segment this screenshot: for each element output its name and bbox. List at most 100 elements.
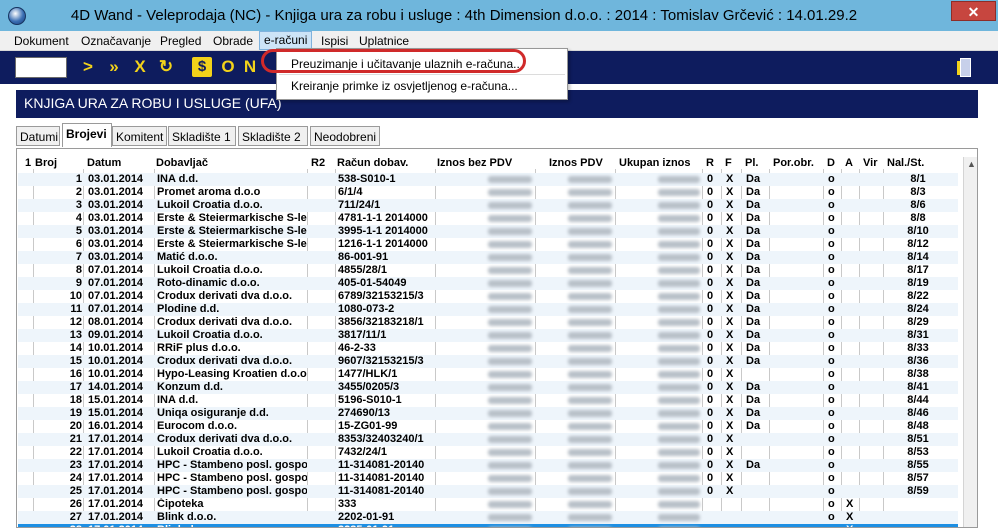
tab-datumi[interactable]: Datumi [16,126,60,146]
col-header-por-obr[interactable]: Por.obr. [773,157,814,171]
tab-brojevi[interactable]: Brojevi [62,123,112,147]
cell-dobavljac: Promet aroma d.o.o [157,186,261,198]
tab-komitent[interactable]: Komitent [112,126,167,146]
table-row[interactable]: 23 17.01.2014 HPC - Stambeno posl. gospo 11… [18,459,958,472]
table-row[interactable]: 10 07.01.2014 Crodux derivati dva d.o.o. 67… [18,290,958,303]
col-header-d[interactable]: D [827,157,835,171]
cell-datum: 16.01.2014 [88,420,144,432]
menu-uplatnice[interactable]: Uplatnice [355,33,413,49]
table-row[interactable]: 15 10.01.2014 Crodux derivati dva d.o.o. 96… [18,355,958,368]
scroll-up-icon[interactable]: ▲ [964,157,977,171]
o-icon[interactable]: O [218,57,238,77]
cell-f: X [726,329,734,341]
col-header-datum[interactable]: Datum [87,157,121,171]
table-row[interactable]: 5 03.01.2014 Erste & Steiermarkische S-le 3… [18,225,958,238]
col-header-a[interactable]: A [845,157,853,171]
table-row[interactable]: 9 07.01.2014 Roto-dinamic d.o.o. 405-01-540… [18,277,958,290]
table-row[interactable]: 21 17.01.2014 Crodux derivati dva d.o.o. 83… [18,433,958,446]
table-row[interactable]: 17 14.01.2014 Konzum d.d. 3455/0205/3 0 X Da o 8… [18,381,958,394]
exit-door-icon[interactable] [957,57,973,77]
col-header-broj[interactable]: Broj [35,157,57,171]
cell-datum: 07.01.2014 [88,264,144,276]
table-row[interactable]: 3 03.01.2014 Lukoil Croatia d.o.o. 711/24/1… [18,199,958,212]
cell-r: 0 [707,212,714,224]
table-row[interactable]: 22 17.01.2014 Lukoil Croatia d.o.o. 7432/24… [18,446,958,459]
cell-broj: 24 [69,472,82,484]
cell-datum: 07.01.2014 [88,290,144,302]
refresh-icon[interactable]: ↻ [156,57,176,77]
redacted-amount [658,488,700,495]
col-header-nal-st[interactable]: Nal./St. [887,157,924,171]
cell-r: 0 [707,290,714,302]
tab-skladiste-1[interactable]: Skladište 1 [168,126,236,146]
menu-dokument[interactable]: Dokument [10,33,73,49]
table-row[interactable]: 13 09.01.2014 Lukoil Croatia d.o.o. 3817/11… [18,329,958,342]
col-header-racun-dobav[interactable]: Račun dobav. [337,157,408,171]
menu-obrade[interactable]: Obrade [209,33,257,49]
menu-ispisi[interactable]: Ispisi [317,33,352,49]
cell-pl: Da [746,355,761,367]
table-row[interactable]: 11 07.01.2014 Plodine d.d. 1080-073-2 0 X Da o 8… [18,303,958,316]
menu-item-kreiranje-primke[interactable]: Kreiranje primke iz osvjetljenog e-račun… [291,76,518,96]
table-row[interactable]: 14 10.01.2014 RRiF plus d.o.o. 46-2-33 0 X Da o… [18,342,958,355]
cell-d: o [828,264,835,276]
n-icon[interactable]: N [240,57,260,77]
vertical-scrollbar[interactable]: ▲ [963,157,977,527]
table-row[interactable]: 12 08.01.2014 Crodux derivati dva d.o.o. 38… [18,316,958,329]
table-row[interactable]: 28 17.01.2014Blink d.o.o. 2235-01-91 o X [18,524,958,527]
table-row[interactable]: 26 17.01.2014 Čipoteka 333 o X [18,498,958,511]
redacted-amount [488,176,532,183]
table-row[interactable]: 2 03.01.2014 Promet aroma d.o.o 6/1/4 0 X Da o 8… [18,186,958,199]
table-row[interactable]: 4 03.01.2014 Erste & Steiermarkische S-le 4… [18,212,958,225]
toolbar-input-field[interactable] [15,57,67,78]
close-button[interactable]: ✕ [951,1,996,21]
col-header-pl[interactable]: Pl. [745,157,758,171]
cell-broj: 4 [75,212,82,224]
col-header-f[interactable]: F [725,157,732,171]
table-row[interactable]: 25 17.01.2014 HPC - Stambeno posl. gospo 11… [18,485,958,498]
table-row[interactable]: 6 03.01.2014 Erste & Steiermarkische S-le 1… [18,238,958,251]
cell-dobavljac: Hypo-Leasing Kroatien d.o.o [157,368,307,380]
tab-neodobreni[interactable]: Neodobreni [310,126,380,146]
redacted-amount [658,241,700,248]
table-row[interactable]: 27 17.01.2014 Blink d.o.o. 2202-01-91 o X [18,511,958,524]
col-header-r[interactable]: R [706,157,714,171]
menu-oznacavanje[interactable]: Označavanje [77,33,155,49]
redacted-amount [568,475,612,482]
redacted-amount [658,501,700,508]
dollar-icon[interactable]: $ [192,57,212,77]
next-arrow-icon[interactable]: > [78,57,98,77]
cell-a [846,394,858,407]
cell-dobavljac: INA d.d. [157,394,199,406]
cell-nal: 8/46 [907,407,929,419]
table-row[interactable]: 1 03.01.2014 INA d.d. 538-S010-1 0 X Da o 8/1 [18,173,958,186]
col-header-ukupan-iznos[interactable]: Ukupan iznos [619,157,691,171]
cell-dobavljac: Matić d.o.o. [157,251,218,263]
table-row[interactable]: 18 15.01.2014 INA d.d. 5196-S010-1 0 X Da o 8/44 [18,394,958,407]
col-header-iznos-pdv[interactable]: Iznos PDV [549,157,603,171]
table-row[interactable]: 24 17.01.2014 HPC - Stambeno posl. gospo 11… [18,472,958,485]
table-row[interactable]: 16 10.01.2014 Hypo-Leasing Kroatien d.o.o 1… [18,368,958,381]
fast-forward-icon[interactable]: » [104,57,124,77]
cell-racun: 9607/32153215/3 [338,355,424,367]
cell-a [846,420,858,433]
cell-datum: 15.01.2014 [88,407,144,419]
cell-a [846,433,858,446]
table-row[interactable]: 19 15.01.2014 Uniqa osiguranje d.d. 274690/… [18,407,958,420]
cell-nal: 8/36 [907,355,929,367]
cell-a [846,459,858,472]
col-header-vir[interactable]: Vir [863,157,877,171]
col-header-dobavljac[interactable]: Dobavljač [156,157,208,171]
cell-racun: 11-314081-20140 [338,472,425,484]
cell-pl [746,368,768,381]
sort-indicator[interactable]: 1 [25,157,31,171]
menu-pregled[interactable]: Pregled [156,33,205,49]
tab-skladiste-2[interactable]: Skladište 2 [238,126,308,146]
col-header-iznos-bez-pdv[interactable]: Iznos bez PDV [437,157,512,171]
table-row[interactable]: 20 16.01.2014 Eurocom d.o.o. 15-ZG01-99 0 X Da… [18,420,958,433]
table-row[interactable]: 7 03.01.2014 Matić d.o.o. 86-001-91 0 X Da o 8/1… [18,251,958,264]
table-row[interactable]: 8 07.01.2014 Lukoil Croatia d.o.o. 4855/28/… [18,264,958,277]
delete-icon[interactable]: X [130,57,150,77]
redacted-amount [488,410,532,417]
col-header-r2[interactable]: R2 [311,157,325,171]
